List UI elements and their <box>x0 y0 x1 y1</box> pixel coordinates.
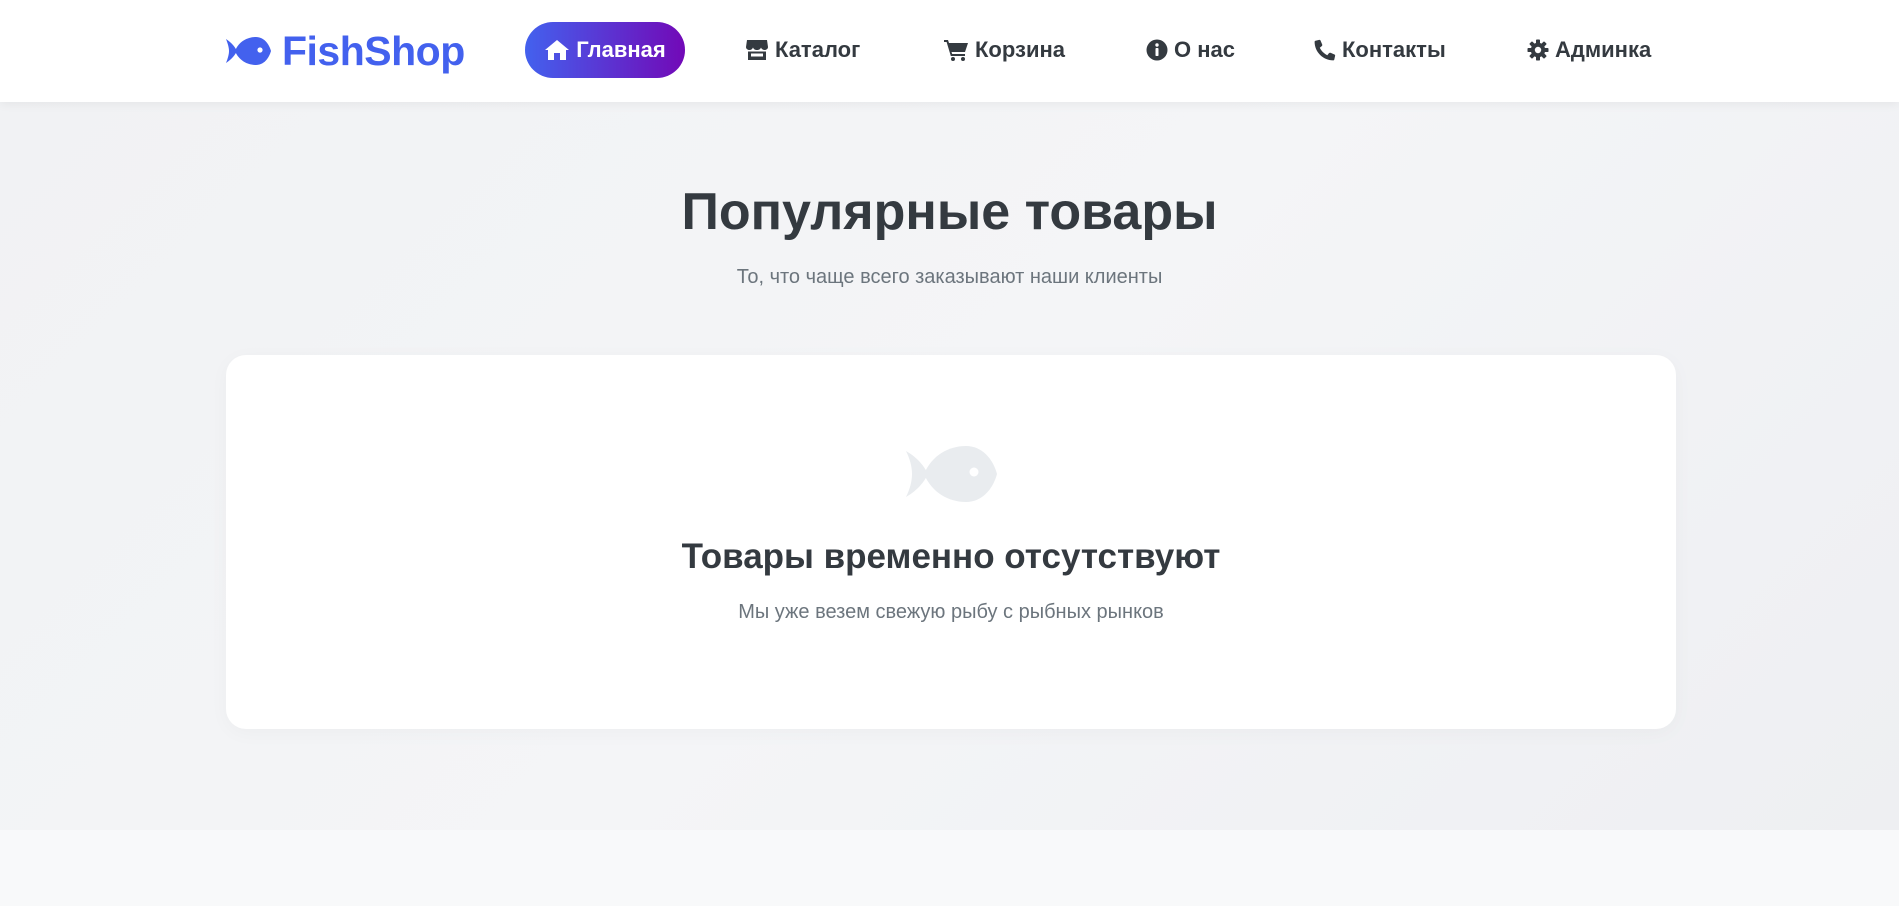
fish-icon <box>904 445 998 503</box>
info-circle-icon <box>1146 39 1168 61</box>
nav-item-label: О нас <box>1174 37 1235 62</box>
phone-icon <box>1314 39 1336 61</box>
empty-state-text: Мы уже везем свежую рыбу с рыбных рынков <box>738 601 1164 623</box>
nav-item-label: Контакты <box>1342 37 1446 62</box>
nav-item-label: Корзина <box>975 37 1065 62</box>
home-icon <box>544 39 570 61</box>
nav-item-cart[interactable]: Корзина <box>943 22 1065 78</box>
nav-item-admin[interactable]: Админка <box>1527 22 1651 78</box>
cart-icon <box>943 39 969 61</box>
nav-item-home[interactable]: Главная <box>525 22 685 78</box>
nav-item-about[interactable]: О нас <box>1146 22 1235 78</box>
empty-state-card: Товары временно отсутствуют Мы уже везем… <box>226 355 1676 729</box>
store-icon <box>745 39 769 61</box>
brand-logo-link[interactable]: FishShop <box>224 24 465 78</box>
empty-state-title: Товары временно отсутствуют <box>681 537 1221 576</box>
section-subtitle: То, что чаще всего заказывают наши клиен… <box>736 266 1163 288</box>
nav-item-label: Админка <box>1555 37 1652 62</box>
fish-icon <box>224 36 272 66</box>
brand-name: FishShop <box>282 27 465 74</box>
nav-item-label: Каталог <box>775 37 861 62</box>
footer <box>0 830 1899 906</box>
nav-item-contacts[interactable]: Контакты <box>1314 22 1446 78</box>
section-title: Популярные товары <box>681 183 1218 241</box>
nav-item-catalog[interactable]: Каталог <box>745 22 860 78</box>
nav-item-label: Главная <box>576 37 666 62</box>
gear-icon <box>1527 39 1549 61</box>
navbar: FishShop Главная Каталог Корзина О нас К… <box>0 0 1899 102</box>
